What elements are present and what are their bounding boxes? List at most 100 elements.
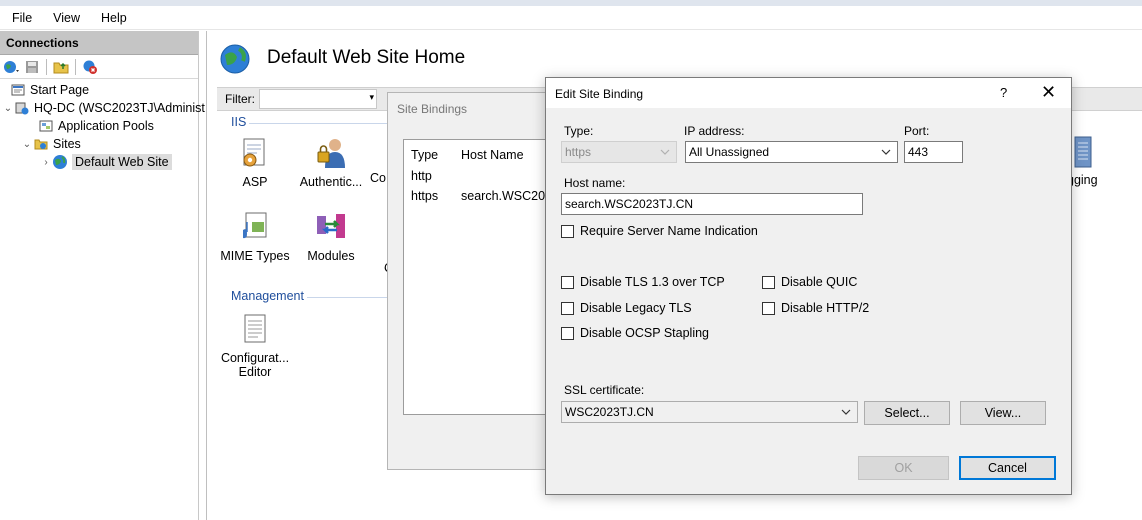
type-select[interactable]: https: [561, 141, 677, 163]
tree-item-app-pools[interactable]: Application Pools: [38, 117, 154, 135]
port-input[interactable]: 443: [904, 141, 963, 163]
expand-chevron-icon[interactable]: ›: [40, 157, 52, 168]
filter-input[interactable]: ▾: [259, 89, 377, 109]
tree-item-start-page[interactable]: Start Page: [10, 81, 89, 99]
checkbox-label: Disable TLS 1.3 over TCP: [580, 275, 725, 289]
management-group-header: Management: [231, 289, 304, 303]
website-globe-icon: [219, 43, 251, 78]
feature-mime-types[interactable]: MIME Types: [218, 209, 292, 263]
feature-authentication[interactable]: Authentic...: [294, 135, 368, 189]
feature-label: Configurat...: [220, 351, 290, 365]
tree-item-label: Default Web Site: [72, 154, 172, 170]
ip-address-select[interactable]: All Unassigned: [685, 141, 898, 163]
host-name-label: Host name:: [564, 176, 626, 190]
logging-icon: [1071, 135, 1093, 172]
tree-item-sites[interactable]: ⌄ Sites: [21, 135, 81, 153]
checkbox-label: Require Server Name Indication: [580, 224, 758, 238]
menu-help[interactable]: Help: [89, 11, 136, 25]
type-label: Type:: [564, 124, 594, 138]
checkbox-label: Disable HTTP/2: [781, 301, 870, 315]
chevron-down-icon: [881, 149, 891, 155]
checkbox-box[interactable]: [561, 301, 574, 315]
connections-header: Connections: [0, 31, 198, 55]
ssl-certificate-select[interactable]: WSC2023TJ.CN: [561, 401, 858, 423]
column-header-type[interactable]: Type: [411, 148, 438, 162]
ip-address-value: All Unassigned: [689, 145, 770, 159]
connect-globe-icon[interactable]: [2, 58, 20, 76]
binding-type-cell[interactable]: https: [411, 189, 438, 203]
chevron-down-icon: [841, 409, 851, 415]
feature-asp[interactable]: ASP: [218, 135, 292, 189]
group-divider: [249, 123, 389, 124]
feature-logging[interactable]: gging: [1067, 173, 1127, 187]
binding-host-cell[interactable]: search.WSC2023: [461, 189, 552, 203]
toolbar-separator: [75, 58, 76, 75]
ssl-certificate-label: SSL certificate:: [564, 383, 645, 397]
binding-type-cell[interactable]: http: [411, 169, 432, 183]
tree-item-server[interactable]: ⌄ HQ-DC (WSC2023TJ\Administ: [2, 99, 205, 117]
checkbox-box[interactable]: [561, 275, 574, 289]
host-name-input[interactable]: search.WSC2023TJ.CN: [561, 193, 863, 215]
disable-http2-checkbox[interactable]: Disable HTTP/2: [762, 301, 869, 315]
collapse-chevron-icon[interactable]: ⌄: [21, 139, 33, 150]
feature-modules[interactable]: Modules: [294, 209, 368, 263]
up-folder-icon[interactable]: [52, 58, 70, 76]
ssl-certificate-value: WSC2023TJ.CN: [565, 405, 654, 419]
feature-label: Authentic...: [299, 175, 363, 189]
app-pools-icon: [38, 118, 54, 134]
mime-types-icon: [235, 209, 275, 245]
view-certificate-button[interactable]: View...: [960, 401, 1046, 425]
menu-view[interactable]: View: [41, 11, 89, 25]
checkbox-box[interactable]: [561, 326, 574, 340]
feature-label: MIME Types: [220, 249, 290, 263]
collapse-chevron-icon[interactable]: ⌄: [2, 103, 14, 114]
connections-toolbar: [0, 55, 198, 79]
group-divider: [307, 297, 389, 298]
disable-ocsp-stapling-checkbox[interactable]: Disable OCSP Stapling: [561, 326, 709, 340]
select-certificate-button[interactable]: Select...: [864, 401, 950, 425]
website-globe-icon: [52, 154, 68, 170]
cancel-button[interactable]: Cancel: [959, 456, 1056, 480]
disable-legacy-tls-checkbox[interactable]: Disable Legacy TLS: [561, 301, 692, 315]
checkbox-label: Disable OCSP Stapling: [580, 326, 710, 340]
tree-item-label: Start Page: [30, 83, 90, 97]
save-icon[interactable]: [23, 58, 41, 76]
close-icon[interactable]: ✕: [1041, 82, 1056, 103]
modules-icon: [311, 209, 351, 245]
iis-group-header: IIS: [231, 115, 247, 129]
feature-label: Modules: [307, 249, 355, 263]
feature-configuration-editor[interactable]: Configurat... Editor: [218, 311, 292, 379]
dropdown-arrow-icon[interactable]: ▾: [369, 92, 374, 103]
tree-item-default-web-site[interactable]: › Default Web Site: [40, 153, 172, 171]
configuration-editor-icon: [235, 311, 275, 347]
asp-icon: [235, 135, 275, 171]
filter-label: Filter:: [225, 92, 255, 106]
checkbox-box[interactable]: [762, 301, 775, 315]
ip-address-label: IP address:: [684, 124, 745, 138]
disable-tls13-checkbox[interactable]: Disable TLS 1.3 over TCP: [561, 275, 725, 289]
dialog-title: Edit Site Binding: [555, 87, 644, 101]
chevron-down-icon: [660, 149, 670, 155]
server-icon: [14, 100, 30, 116]
checkbox-label: Disable Legacy TLS: [580, 301, 692, 315]
dialog-titlebar: Edit Site Binding ? ✕: [546, 78, 1071, 108]
port-label: Port:: [904, 124, 930, 138]
bindings-list[interactable]: Type Host Name http https search.WSC2023: [403, 139, 553, 415]
page-title: Default Web Site Home: [267, 47, 466, 68]
help-button[interactable]: ?: [1000, 85, 1007, 100]
feature-label: gging: [1067, 173, 1098, 187]
disconnect-icon[interactable]: [81, 58, 99, 76]
column-header-host-name[interactable]: Host Name: [461, 148, 524, 162]
start-page-icon: [10, 82, 26, 98]
checkbox-box[interactable]: [561, 224, 574, 238]
checkbox-box[interactable]: [762, 275, 775, 289]
sites-folder-icon: [33, 136, 49, 152]
site-bindings-dialog: Site Bindings Type Host Name http https …: [387, 92, 557, 470]
tree-item-label: Sites: [53, 137, 81, 151]
tree-item-label: HQ-DC (WSC2023TJ\Administ: [34, 101, 205, 115]
disable-quic-checkbox[interactable]: Disable QUIC: [762, 275, 857, 289]
ok-button[interactable]: OK: [858, 456, 949, 480]
menu-file[interactable]: File: [0, 11, 41, 25]
require-sni-checkbox[interactable]: Require Server Name Indication: [561, 224, 758, 238]
feature-label: Editor: [238, 365, 272, 379]
